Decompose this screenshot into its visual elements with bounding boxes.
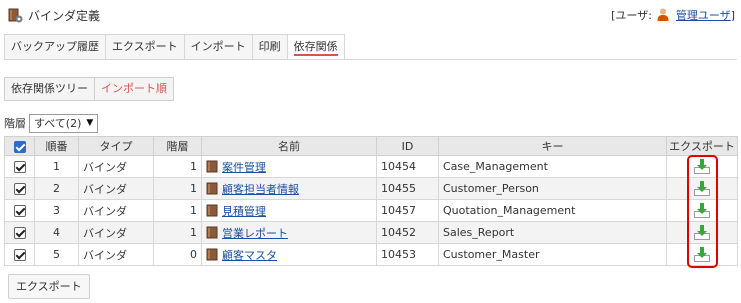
- order-cell: 1: [34, 155, 79, 178]
- binder-name-link[interactable]: 顧客マスタ: [222, 247, 277, 263]
- user-name-link[interactable]: 管理ユーザ: [676, 9, 731, 22]
- binder-name-link[interactable]: 案件管理: [222, 159, 266, 175]
- tab-label: バックアップ履歴: [11, 40, 99, 53]
- tabs-divider: [4, 59, 737, 60]
- id-cell: 10457: [376, 199, 439, 222]
- user-prefix: [ユーザ:: [611, 9, 652, 22]
- key-cell: Sales_Report: [438, 221, 667, 244]
- name-cell: 顧客マスタ: [201, 243, 377, 266]
- binder-name-link[interactable]: 見積管理: [222, 203, 266, 219]
- row-checkbox[interactable]: [13, 161, 26, 173]
- row-checkbox[interactable]: [13, 183, 26, 195]
- order-cell: 2: [34, 177, 79, 200]
- column-header-name[interactable]: 名前: [201, 136, 377, 156]
- name-cell: 見積管理: [201, 199, 377, 222]
- tab-import[interactable]: インポート: [183, 34, 252, 60]
- column-header-id[interactable]: ID: [376, 136, 439, 156]
- tab-label: 印刷: [258, 40, 281, 53]
- main-tabs: バックアップ履歴 エクスポート インポート 印刷 依存関係: [4, 34, 345, 60]
- row-select-cell: [4, 177, 35, 200]
- view-toggle: 依存関係ツリー インポート順: [4, 77, 174, 101]
- level-cell: 1: [153, 199, 202, 222]
- type-cell: バインダ: [78, 221, 154, 244]
- row-select-cell: [4, 221, 35, 244]
- user-suffix: ]: [730, 9, 735, 22]
- tab-print[interactable]: 印刷: [251, 34, 287, 60]
- row-checkbox[interactable]: [13, 249, 26, 261]
- chevron-down-icon: ▼: [86, 117, 94, 128]
- type-cell: バインダ: [78, 155, 154, 178]
- level-filter: 階層 すべて(2) ▼: [4, 113, 99, 133]
- binder-icon: [206, 204, 218, 217]
- level-select[interactable]: すべて(2) ▼: [29, 113, 99, 133]
- order-cell: 3: [34, 199, 79, 222]
- level-cell: 1: [153, 221, 202, 244]
- key-cell: Quotation_Management: [438, 199, 667, 222]
- id-cell: 10455: [376, 177, 439, 200]
- binder-settings-icon: [8, 8, 23, 23]
- import-order-button[interactable]: インポート順: [95, 77, 174, 101]
- level-cell: 1: [153, 155, 202, 178]
- table-row: 3 バインダ 1 見積管理 10457 Quotation_Management: [4, 199, 738, 222]
- key-cell: Customer_Person: [438, 177, 667, 200]
- level-label: 階層: [4, 117, 26, 130]
- id-cell: 10453: [376, 243, 439, 266]
- user-info: [ユーザ: 管理ユーザ]: [611, 7, 735, 23]
- table-row: 5 バインダ 0 顧客マスタ 10453 Customer_Master: [4, 243, 738, 266]
- table-row: 4 バインダ 1 営業レポート 10452 Sales_Report: [4, 221, 738, 244]
- tab-label: エクスポート: [112, 40, 178, 53]
- select-all-checkbox[interactable]: [13, 140, 26, 153]
- binder-icon: [206, 248, 218, 261]
- user-icon: [657, 8, 669, 21]
- type-cell: バインダ: [78, 243, 154, 266]
- table-row: 1 バインダ 1 案件管理 10454 Case_Management: [4, 155, 738, 178]
- binder-name-link[interactable]: 顧客担当者情報: [222, 181, 299, 197]
- tab-backup-history[interactable]: バックアップ履歴: [4, 34, 105, 60]
- export-button[interactable]: エクスポート: [8, 274, 90, 299]
- order-cell: 4: [34, 221, 79, 244]
- row-select-cell: [4, 243, 35, 266]
- binder-icon: [206, 226, 218, 239]
- order-cell: 5: [34, 243, 79, 266]
- row-checkbox[interactable]: [13, 227, 26, 239]
- name-cell: 案件管理: [201, 155, 377, 178]
- column-header-level[interactable]: 階層: [153, 136, 202, 156]
- id-cell: 10452: [376, 221, 439, 244]
- row-select-cell: [4, 155, 35, 178]
- binder-icon: [206, 160, 218, 173]
- column-header-key[interactable]: キー: [438, 136, 667, 156]
- tab-label: 依存関係: [293, 40, 338, 56]
- row-select-cell: [4, 199, 35, 222]
- level-cell: 1: [153, 177, 202, 200]
- id-cell: 10454: [376, 155, 439, 178]
- page-title: バインダ定義: [28, 9, 101, 23]
- select-all-header[interactable]: [4, 136, 35, 156]
- tab-export[interactable]: エクスポート: [105, 34, 184, 60]
- name-cell: 営業レポート: [201, 221, 377, 244]
- tab-dependencies[interactable]: 依存関係: [286, 34, 345, 60]
- name-cell: 顧客担当者情報: [201, 177, 377, 200]
- row-checkbox[interactable]: [13, 205, 26, 217]
- column-header-order[interactable]: 順番: [34, 136, 79, 156]
- column-header-export: エクスポート: [666, 136, 738, 156]
- dependency-tree-button[interactable]: 依存関係ツリー: [4, 77, 95, 101]
- table-row: 2 バインダ 1 顧客担当者情報 10455 Customer_Person: [4, 177, 738, 200]
- binder-name-link[interactable]: 営業レポート: [222, 225, 288, 241]
- type-cell: バインダ: [78, 177, 154, 200]
- binder-icon: [206, 182, 218, 195]
- key-cell: Case_Management: [438, 155, 667, 178]
- level-cell: 0: [153, 243, 202, 266]
- tab-label: インポート: [190, 40, 246, 53]
- title-bar: バインダ定義 [ユーザ: 管理ユーザ]: [0, 0, 741, 28]
- binder-table: 順番 タイプ 階層 名前 ID キー エクスポート 1 バインダ 1 案件管理 …: [4, 136, 738, 266]
- key-cell: Customer_Master: [438, 243, 667, 266]
- type-cell: バインダ: [78, 199, 154, 222]
- export-column-highlight: [687, 155, 718, 268]
- column-header-type[interactable]: タイプ: [78, 136, 154, 156]
- table-header-row: 順番 タイプ 階層 名前 ID キー エクスポート: [4, 136, 738, 156]
- level-select-value: すべて(2): [34, 116, 82, 130]
